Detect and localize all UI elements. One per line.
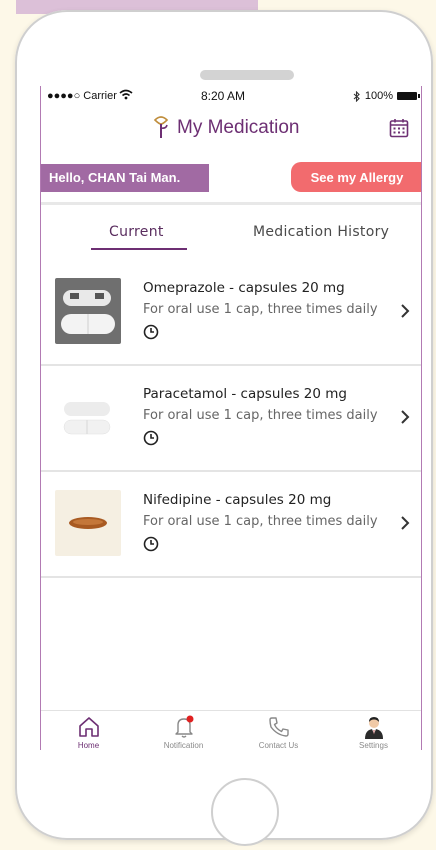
phone-home-button[interactable] [211, 778, 279, 846]
calendar-icon[interactable] [389, 118, 409, 138]
bottom-navigation: Home Notification Contact Us Settings [41, 710, 421, 750]
clock-icon [143, 430, 159, 446]
clock-icon [143, 324, 159, 340]
medication-item-omeprazole[interactable]: Omeprazole - capsules 20 mg For oral use… [41, 262, 421, 366]
see-allergy-button[interactable]: See my Allergy [291, 162, 421, 192]
omeprazole-pill-image [55, 278, 121, 344]
chevron-right-icon [401, 304, 410, 318]
nav-label: Settings [359, 741, 388, 750]
nav-item-contact-us[interactable]: Contact Us [231, 711, 326, 750]
clock-icon [143, 536, 159, 552]
status-right: 100% [353, 90, 420, 102]
carrier-label: ●●●●○ Carrier [47, 90, 117, 102]
header-divider [41, 202, 421, 205]
medication-name: Nifedipine - capsules 20 mg [143, 492, 332, 508]
medication-item-nifedipine[interactable]: Nifedipine - capsules 20 mg For oral use… [41, 474, 421, 578]
wifi-icon [119, 89, 133, 100]
nav-item-home[interactable]: Home [41, 711, 136, 750]
app-header: My Medication [41, 108, 421, 148]
tab-medication-history[interactable]: Medication History [253, 224, 389, 240]
greeting-row: Hello, CHAN Tai Man. See my Allergy [41, 162, 421, 194]
chevron-right-icon [401, 516, 410, 530]
medication-tabs: Current Medication History [41, 216, 421, 252]
phone-icon [268, 717, 289, 737]
battery-percent: 100% [364, 90, 393, 102]
status-time: 8:20 AM [201, 89, 246, 103]
app-screen: ●●●●○ Carrier 8:20 AM 100% My Medication [40, 86, 422, 750]
page-title-group: My Medication [151, 116, 300, 140]
greeting-badge: Hello, CHAN Tai Man. [41, 164, 209, 192]
status-bar: ●●●●○ Carrier 8:20 AM 100% [41, 86, 421, 108]
tab-current[interactable]: Current [109, 224, 164, 240]
nav-item-settings[interactable]: Settings [326, 711, 421, 750]
medication-instructions: For oral use 1 cap, three times daily [143, 408, 378, 423]
battery-icon [397, 92, 420, 100]
bell-icon [174, 715, 193, 738]
home-icon [78, 717, 99, 737]
ribbon-logo-icon [153, 116, 169, 138]
medication-name: Omeprazole - capsules 20 mg [143, 280, 345, 296]
nav-label: Home [77, 741, 100, 750]
page-title: My Medication [177, 117, 300, 138]
paracetamol-pill-image [55, 384, 121, 450]
active-tab-indicator [91, 248, 187, 250]
chevron-right-icon [401, 410, 410, 424]
phone-speaker [200, 70, 294, 80]
avatar [364, 717, 383, 739]
nifedipine-pill-image [55, 490, 121, 556]
nav-label: Notification [163, 741, 204, 750]
medication-instructions: For oral use 1 cap, three times daily [143, 514, 378, 529]
nav-label: Contact Us [258, 741, 299, 750]
bluetooth-icon [353, 90, 360, 102]
medication-name: Paracetamol - capsules 20 mg [143, 386, 347, 402]
medication-instructions: For oral use 1 cap, three times daily [143, 302, 378, 317]
medication-list: Omeprazole - capsules 20 mg For oral use… [41, 262, 421, 578]
medication-item-paracetamol[interactable]: Paracetamol - capsules 20 mg For oral us… [41, 368, 421, 472]
nav-item-notification[interactable]: Notification [136, 711, 231, 750]
